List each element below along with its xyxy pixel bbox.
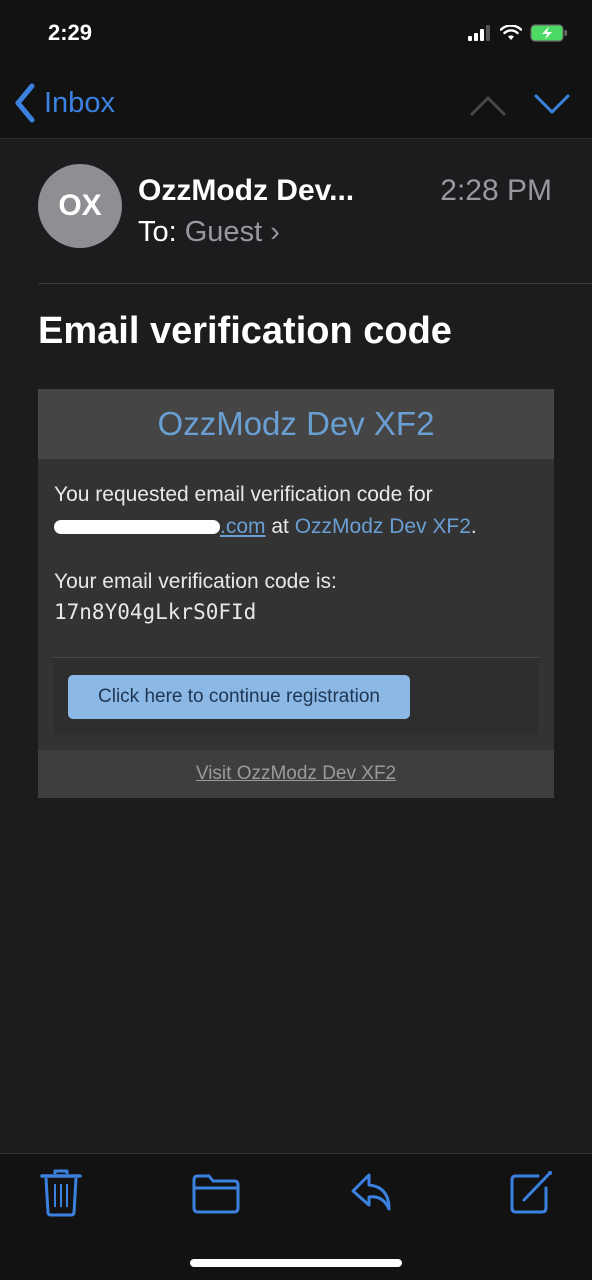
email-footer: Visit OzzModz Dev XF2 — [38, 750, 554, 798]
status-bar: 2:29 — [0, 0, 592, 70]
trash-icon — [40, 1169, 82, 1217]
email-banner: OzzModz Dev XF2 — [38, 389, 554, 459]
redacted-email — [54, 520, 220, 535]
recipients-line[interactable]: To: Guest › — [138, 216, 280, 249]
intro-text: You requested email verification code fo… — [54, 483, 433, 506]
cta-area: Click here to continue registration — [53, 657, 539, 735]
wifi-icon — [500, 25, 522, 40]
reply-button[interactable] — [348, 1168, 398, 1218]
message-nav-arrows — [470, 90, 570, 118]
verification-code: 17n8Y04gLkrS0FId — [54, 600, 257, 624]
home-indicator[interactable] — [190, 1259, 402, 1267]
at-text: at — [265, 515, 295, 538]
back-label: Inbox — [44, 86, 115, 119]
chevron-up-icon[interactable] — [470, 90, 506, 118]
battery-charging-icon — [530, 24, 567, 42]
nav-bar: Inbox — [0, 70, 592, 139]
status-time: 2:29 — [48, 20, 93, 45]
status-icons — [468, 24, 568, 42]
sender-name[interactable]: OzzModz Dev... — [138, 174, 354, 208]
avatar[interactable]: OX — [38, 164, 122, 248]
chevron-down-icon[interactable] — [534, 90, 570, 118]
code-paragraph: Your email verification code is: 17n8Y04… — [54, 566, 538, 628]
to-value: Guest — [184, 216, 263, 248]
email-card: OzzModz Dev XF2 You requested email veri… — [38, 389, 554, 798]
delete-button[interactable] — [36, 1168, 86, 1218]
move-to-folder-button[interactable] — [191, 1168, 241, 1218]
recipient-email-link[interactable]: .com — [54, 515, 266, 538]
email-body: You requested email verification code fo… — [38, 459, 554, 628]
period: . — [470, 515, 477, 538]
cellular-signal-icon — [468, 25, 490, 41]
folder-icon — [192, 1174, 240, 1214]
visit-site-link[interactable]: Visit OzzModz Dev XF2 — [196, 763, 396, 785]
compose-button[interactable] — [506, 1168, 556, 1218]
message-header: OX OzzModz Dev... 2:28 PM To: Guest › — [38, 164, 592, 284]
to-label: To: — [138, 216, 177, 248]
message-time: 2:28 PM — [440, 174, 552, 207]
back-to-inbox-button[interactable]: Inbox — [12, 82, 115, 124]
reply-icon — [351, 1173, 391, 1211]
email-subject: Email verification code — [38, 310, 452, 352]
compose-icon — [510, 1171, 552, 1214]
chevron-right-icon: › — [270, 216, 280, 248]
continue-registration-button[interactable]: Click here to continue registration — [68, 675, 410, 719]
message-content: OX OzzModz Dev... 2:28 PM To: Guest › Em… — [0, 140, 592, 1153]
intro-paragraph: You requested email verification code fo… — [54, 479, 538, 543]
email-suffix: .com — [220, 515, 266, 538]
site-link[interactable]: OzzModz Dev XF2 — [295, 515, 471, 538]
chevron-left-icon — [15, 83, 35, 123]
code-label: Your email verification code is: — [54, 570, 337, 593]
